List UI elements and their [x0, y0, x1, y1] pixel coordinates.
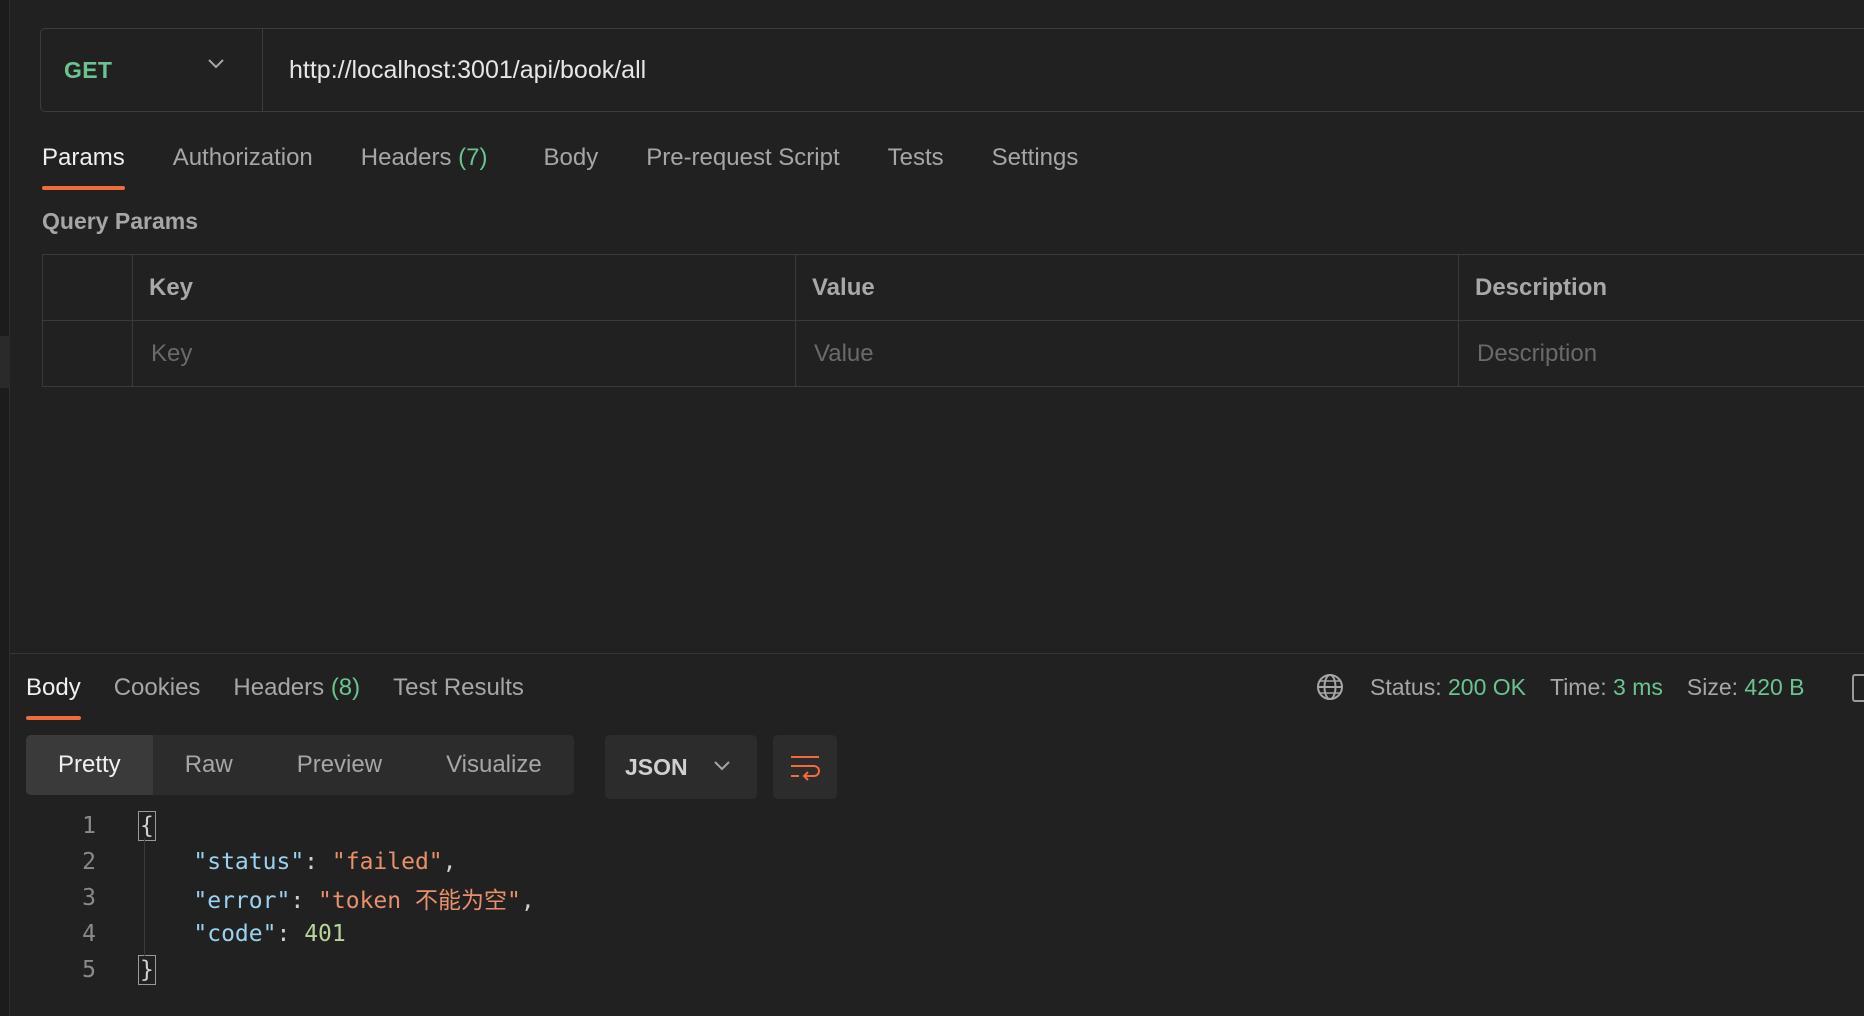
json-key: "code" — [193, 921, 277, 947]
query-params-title: Query Params — [42, 208, 198, 234]
chevron-down-icon — [208, 59, 224, 69]
line-number: 3 — [82, 885, 96, 911]
tab-params[interactable]: Params — [42, 130, 125, 190]
close-brace: } — [138, 955, 156, 985]
column-header-value: Value — [795, 254, 1459, 321]
key-cell — [132, 320, 796, 387]
column-header-description: Description — [1458, 254, 1864, 321]
table-header-row: Key Value Description — [42, 254, 1864, 321]
left-sidebar-edge — [0, 0, 10, 1016]
sidebar-resize-handle[interactable] — [0, 336, 10, 388]
line-number: 2 — [82, 849, 96, 875]
globe-icon[interactable] — [1314, 671, 1346, 703]
json-key: "error" — [193, 888, 291, 914]
headers-count: (7) — [458, 144, 488, 171]
indent-guide — [144, 838, 145, 956]
tab-body[interactable]: Body — [544, 130, 599, 190]
value-input[interactable] — [812, 338, 1458, 369]
wrap-lines-button[interactable] — [773, 735, 837, 799]
row-checkbox-cell[interactable] — [42, 320, 133, 387]
response-tab-body[interactable]: Body — [26, 660, 81, 720]
code-line: 2 "status": "failed", — [26, 844, 535, 880]
format-label: JSON — [625, 753, 688, 780]
json-string-value: "token 不能为空" — [318, 888, 521, 914]
chevron-down-icon — [714, 761, 730, 771]
tab-tests[interactable]: Tests — [888, 130, 944, 190]
code-line: 1 { — [26, 808, 535, 844]
mode-preview[interactable]: Preview — [265, 735, 414, 795]
size-value: 420 B — [1744, 673, 1805, 700]
response-meta: Status: 200 OK Time: 3 ms Size: 420 B — [1314, 671, 1829, 703]
response-body-viewer[interactable]: 1 { 2 "status": "failed", 3 "error": "to… — [26, 808, 535, 988]
method-select[interactable]: GET — [41, 29, 263, 111]
tab-pre-request-script[interactable]: Pre-request Script — [646, 130, 839, 190]
value-cell — [795, 320, 1459, 387]
save-response-icon[interactable] — [1852, 674, 1864, 702]
mode-pretty[interactable]: Pretty — [26, 735, 153, 795]
status-value: 200 OK — [1448, 673, 1526, 700]
line-number: 4 — [82, 921, 96, 947]
column-header-key: Key — [132, 254, 796, 321]
size-display[interactable]: Size: 420 B — [1687, 674, 1805, 701]
open-brace: { — [138, 811, 156, 841]
mode-raw[interactable]: Raw — [153, 735, 265, 795]
tab-headers[interactable]: Headers (7) — [361, 130, 488, 190]
description-input[interactable] — [1475, 338, 1864, 369]
response-tab-test-results[interactable]: Test Results — [393, 660, 524, 720]
line-number: 5 — [82, 957, 96, 983]
tab-settings[interactable]: Settings — [992, 130, 1079, 190]
pane-divider[interactable] — [10, 653, 1864, 654]
api-client-window: GET http://localhost:3001/api/book/all P… — [0, 0, 1864, 1016]
line-number: 1 — [82, 813, 96, 839]
checkbox-column-header — [42, 254, 133, 321]
view-mode-switcher: Pretty Raw Preview Visualize — [26, 735, 574, 795]
request-tabs: Params Authorization Headers (7) Body Pr… — [42, 130, 1078, 190]
key-input[interactable] — [149, 338, 795, 369]
description-cell — [1458, 320, 1864, 387]
query-params-table: Key Value Description — [42, 254, 1864, 387]
json-number-value: 401 — [304, 921, 346, 947]
response-tab-cookies[interactable]: Cookies — [114, 660, 201, 720]
table-row — [42, 320, 1864, 387]
response-headers-count: (8) — [330, 674, 361, 701]
code-line: 5 } — [26, 952, 535, 988]
json-string-value: "failed" — [331, 849, 443, 875]
method-label: GET — [64, 56, 113, 83]
format-select[interactable]: JSON — [605, 735, 757, 799]
code-line: 3 "error": "token 不能为空", — [26, 880, 535, 916]
response-tabs: Body Cookies Headers (8) Test Results — [26, 660, 524, 720]
response-tab-headers[interactable]: Headers (8) — [233, 660, 360, 720]
mode-visualize[interactable]: Visualize — [414, 735, 574, 795]
request-url-bar: GET http://localhost:3001/api/book/all — [40, 28, 1864, 112]
status-display[interactable]: Status: 200 OK — [1370, 674, 1526, 701]
time-value: 3 ms — [1613, 673, 1663, 700]
tab-authorization[interactable]: Authorization — [173, 130, 313, 190]
code-line: 4 "code": 401 — [26, 916, 535, 952]
wrap-lines-icon — [791, 756, 820, 781]
time-display[interactable]: Time: 3 ms — [1550, 674, 1663, 701]
json-key: "status" — [193, 849, 305, 875]
url-input[interactable]: http://localhost:3001/api/book/all — [289, 56, 646, 85]
